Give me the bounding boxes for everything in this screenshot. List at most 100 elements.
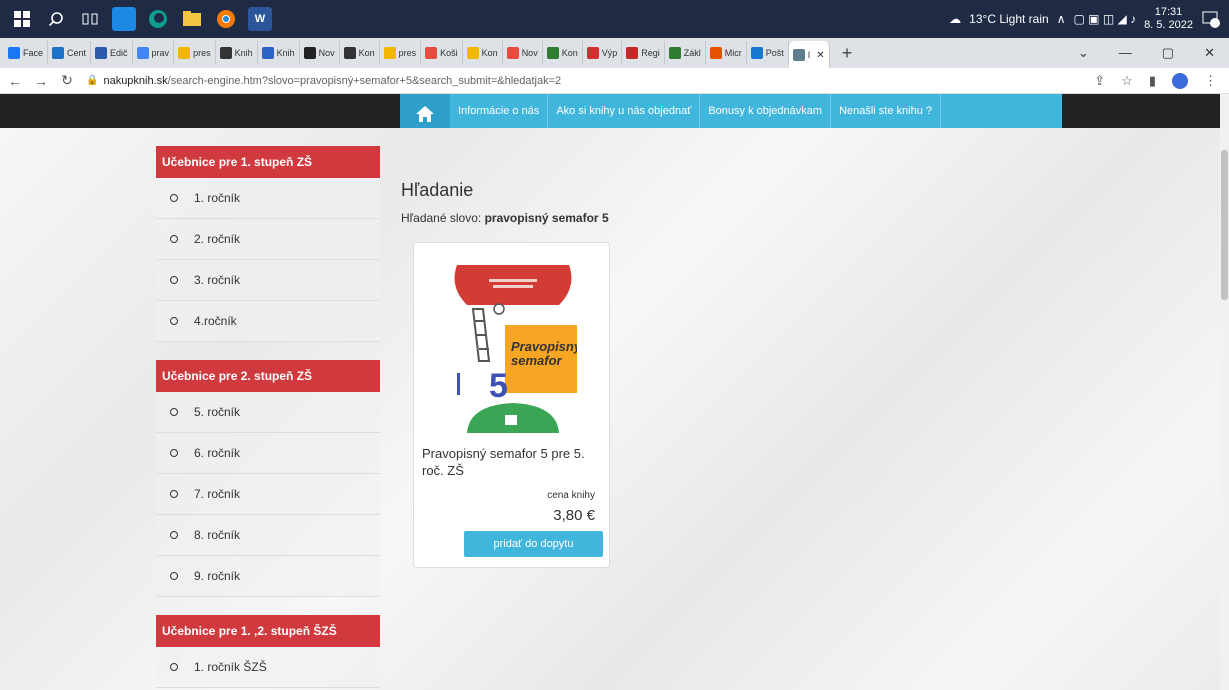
back-button[interactable]: ← <box>4 73 26 89</box>
browser-tab[interactable]: pres <box>380 41 422 65</box>
browser-tab[interactable]: Micr <box>706 41 747 65</box>
category-item[interactable]: 3. ročník <box>156 260 380 301</box>
browser-tab[interactable]: Regi <box>622 41 665 65</box>
tray-icons[interactable]: ▢ ▣ ◫ ◢ ♪ <box>1073 12 1136 26</box>
book-cover-image[interactable]: Pravopisný semafor 5 <box>449 265 577 433</box>
tray-chevron-icon[interactable]: ∧ <box>1057 12 1066 26</box>
weather-text[interactable]: 13°C Light rain <box>969 12 1049 26</box>
category-item[interactable]: 5. ročník <box>156 392 380 433</box>
category-group: Učebnice pre 1. stupeň ZŠ 1. ročník 2. roč… <box>156 146 380 342</box>
search-results: Hľadanie Hľadané slovo: pravopisný semaf… <box>401 180 610 568</box>
category-item[interactable]: 7. ročník <box>156 474 380 515</box>
browser-tab[interactable]: Knih <box>258 41 300 65</box>
tab-favicon-icon <box>466 47 479 59</box>
category-item[interactable]: 9. ročník <box>156 556 380 597</box>
browser-tab[interactable]: Výp <box>583 41 623 65</box>
browser-tab[interactable]: Edič <box>91 41 133 65</box>
browser-tab[interactable]: pres <box>174 41 216 65</box>
word-icon[interactable]: W <box>248 7 272 31</box>
nav-link-how-to-order[interactable]: Ako si knihy u nás objednať <box>548 94 701 128</box>
chrome-icon[interactable] <box>214 7 238 31</box>
product-title[interactable]: Pravopisný semafor 5 pre 5. roč. ZŠ <box>422 445 602 479</box>
site-nav-bar: Informácie o nás Ako si knihy u nás obje… <box>0 94 1220 134</box>
nav-link-bonuses[interactable]: Bonusy k objednávkam <box>700 94 832 128</box>
circle-bullet-icon <box>170 572 178 580</box>
clock-date: 8. 5. 2022 <box>1144 19 1193 31</box>
page-scrollbar[interactable] <box>1220 94 1229 690</box>
new-tab-button[interactable]: + <box>842 43 853 64</box>
browser-tab[interactable]: Nov <box>300 41 340 65</box>
page-title: Hľadanie <box>401 180 474 200</box>
category-item[interactable]: 1. ročník <box>156 178 380 219</box>
profile-avatar[interactable] <box>1172 72 1188 89</box>
browser-tab[interactable]: Kon <box>463 41 503 65</box>
tab-favicon-icon <box>709 47 722 59</box>
tab-label: Edič <box>110 48 128 58</box>
url-domain: nakupknih.sk <box>103 74 168 87</box>
tab-label: Kon <box>481 48 498 58</box>
url-path: /search-engine.htm?slovo=pravopisný+sema… <box>167 74 562 87</box>
url-field[interactable]: 🔒 nakupknih.sk/search-engine.htm?slovo=p… <box>86 75 561 87</box>
browser-tab[interactable]: Koši <box>421 41 463 65</box>
scroll-thumb[interactable] <box>1221 150 1228 300</box>
browser-tab[interactable]: Nov <box>503 41 543 65</box>
tab-search-icon[interactable]: ⌄ <box>1078 45 1089 61</box>
maximize-button[interactable]: ▢ <box>1162 45 1174 61</box>
side-panel-icon[interactable]: ▮ <box>1149 73 1156 89</box>
tab-favicon-icon <box>136 47 149 59</box>
tab-close-icon[interactable]: ✕ <box>816 50 824 61</box>
category-heading[interactable]: Učebnice pre 2. stupeň ZŠ <box>156 360 380 392</box>
tab-label: Regi <box>641 48 660 58</box>
browser-tab[interactable]: Face <box>4 41 49 65</box>
category-item-label: 5. ročník <box>194 405 241 419</box>
category-item-label: 9. ročník <box>194 569 241 583</box>
category-item[interactable]: 8. ročník <box>156 515 380 556</box>
add-to-inquiry-button[interactable]: pridať do dopytu <box>464 531 603 557</box>
tab-label: Pošt <box>765 48 784 58</box>
close-window-button[interactable]: ✕ <box>1204 45 1215 61</box>
category-item-label: 7. ročník <box>194 487 241 501</box>
bookmark-star-icon[interactable]: ☆ <box>1121 73 1133 89</box>
browser-tab[interactable]: Zákl <box>665 41 706 65</box>
edge-icon[interactable] <box>146 7 170 31</box>
browser-tab[interactable]: I ✕ <box>788 41 830 68</box>
menu-icon[interactable]: ⋮ <box>1204 73 1217 89</box>
tab-favicon-icon <box>52 47 65 59</box>
browser-tab[interactable]: prav <box>133 41 175 65</box>
category-item[interactable]: 4.ročník <box>156 301 380 342</box>
category-heading[interactable]: Učebnice pre 1. ,2. stupeň ŠZŠ <box>156 615 380 647</box>
tab-favicon-icon <box>792 49 805 61</box>
windows-start-icon[interactable] <box>10 7 34 31</box>
clock[interactable]: 17:31 8. 5. 2022 <box>1144 6 1193 32</box>
category-item[interactable]: 1. ročník ŠZŠ <box>156 647 380 688</box>
browser-tab[interactable]: Pošt <box>747 41 789 65</box>
share-icon[interactable]: ⇪ <box>1094 73 1105 89</box>
minimize-button[interactable]: — <box>1119 45 1132 61</box>
weather-icon: ☁ <box>949 12 962 26</box>
browser-tab[interactable]: Knih <box>216 41 258 65</box>
reload-button[interactable]: ↻ <box>56 72 78 89</box>
cover-title-line1: Pravopisný <box>511 339 577 354</box>
category-item-label: 1. ročník <box>194 191 241 205</box>
category-heading[interactable]: Učebnice pre 1. stupeň ZŠ <box>156 146 380 178</box>
forward-button[interactable]: → <box>30 73 52 89</box>
lock-icon[interactable]: 🔒 <box>86 75 98 86</box>
search-icon[interactable] <box>44 7 68 31</box>
file-explorer-icon[interactable] <box>180 7 204 31</box>
search-term-value: pravopisný semafor 5 <box>484 211 609 225</box>
category-item[interactable]: 6. ročník <box>156 433 380 474</box>
category-item[interactable]: 2. ročník <box>156 219 380 260</box>
app-icon-blue[interactable] <box>112 7 136 31</box>
tab-favicon-icon <box>626 47 639 59</box>
tab-label: prav <box>151 48 170 58</box>
browser-tab[interactable]: Kon <box>340 41 380 65</box>
nav-link-not-found[interactable]: Nenašli ste knihu ? <box>831 94 942 128</box>
browser-tab[interactable]: Cent <box>48 41 92 65</box>
category-group: Učebnice pre 2. stupeň ZŠ 5. ročník 6. roč… <box>156 360 380 597</box>
browser-tab[interactable]: Kon <box>543 41 583 65</box>
nav-link-about[interactable]: Informácie o nás <box>450 94 549 128</box>
task-view-icon[interactable] <box>78 7 102 31</box>
search-term-label: Hľadané slovo: <box>401 211 482 225</box>
notification-icon[interactable] <box>1201 9 1221 29</box>
category-item-label: 3. ročník <box>194 273 241 287</box>
